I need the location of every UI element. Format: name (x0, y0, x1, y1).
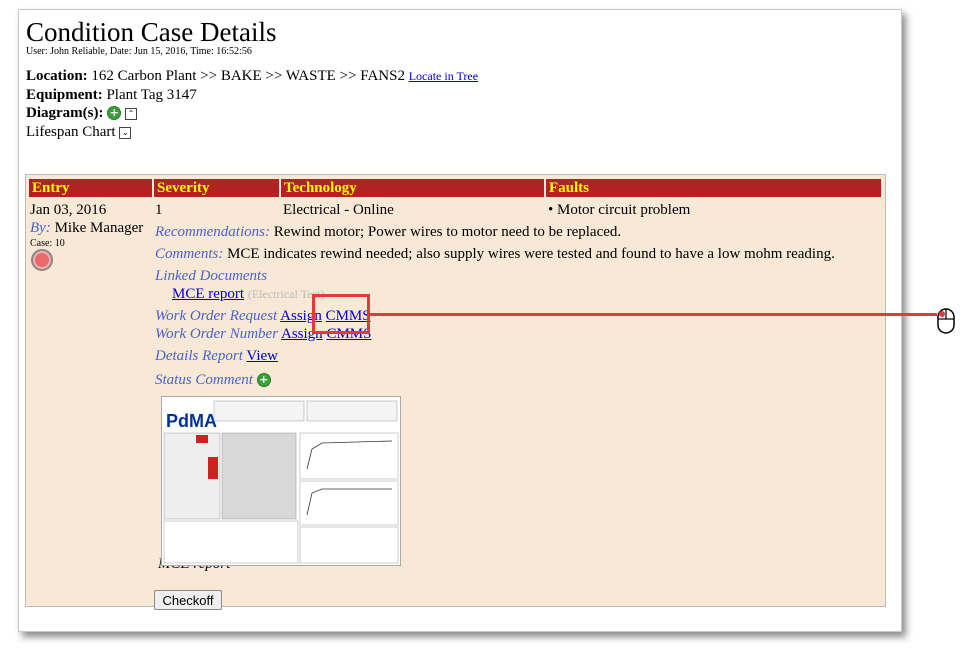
wo-request-label: Work Order Request (155, 308, 278, 324)
equipment-label: Equipment: (26, 86, 103, 103)
equipment-value: Plant Tag 3147 (106, 86, 197, 103)
report-preview-image: PdMA (162, 397, 400, 565)
header-technology: Technology (281, 179, 544, 197)
header-entry: Entry (29, 179, 152, 197)
comments-text: MCE indicates rewind needed; also supply… (227, 246, 835, 262)
recommendations-row: Recommendations: Rewind motor; Power wir… (155, 223, 621, 241)
status-comment-row: Status Comment + (155, 371, 271, 389)
comments-label: Comments: (155, 246, 224, 262)
recommendations-label: Recommendations: (155, 224, 270, 240)
cmms-highlight-box (312, 294, 370, 334)
technology-value: Electrical - Online (283, 202, 394, 218)
header-faults: Faults (546, 179, 881, 197)
equipment-row: Equipment: Plant Tag 3147 (26, 86, 478, 105)
expand-down-icon[interactable]: ⌄ (119, 126, 132, 139)
entry-date: Jan 03, 2016 (30, 202, 107, 218)
fault-value: • Motor circuit problem (548, 202, 691, 218)
collapse-up-icon[interactable]: ⌃ (124, 108, 137, 120)
linked-docs-label: Linked Documents (155, 268, 268, 284)
wo-number-label: Work Order Number (155, 326, 279, 342)
by-name: Mike Manager (54, 220, 144, 236)
status-comment-label: Status Comment (155, 372, 253, 388)
diagrams-label: Diagram(s): (26, 105, 104, 121)
location-label: Location: (26, 68, 88, 84)
page-container: Condition Case Details User: John Reliab… (18, 9, 902, 632)
diagrams-row: Diagram(s): + ⌃ (26, 104, 478, 123)
location-row: Location: 162 Carbon Plant >> BAKE >> WA… (26, 67, 478, 86)
info-block: Location: 162 Carbon Plant >> BAKE >> WA… (26, 67, 478, 141)
case-table: Entry Severity Technology Faults Jan 03,… (25, 174, 886, 607)
lifespan-row: Lifespan Chart ⌄ (26, 123, 478, 142)
details-report-row: Details Report View (155, 347, 278, 365)
locate-in-tree-link[interactable]: Locate in Tree (409, 69, 478, 83)
case-status-icon[interactable] (31, 249, 53, 271)
callout-line (370, 313, 937, 316)
page-title: Condition Case Details (26, 17, 277, 47)
linked-doc-row: MCE report (Electrical Test) (172, 285, 324, 303)
details-report-label: Details Report (155, 348, 243, 364)
by-label: By: (30, 220, 51, 236)
details-view-link[interactable]: View (246, 348, 278, 364)
location-value: 162 Carbon Plant >> BAKE >> WASTE >> FAN… (91, 68, 405, 84)
severity-value: 1 (155, 202, 163, 218)
add-diagram-icon[interactable]: + (107, 106, 122, 120)
checkoff-button[interactable]: Checkoff (154, 590, 222, 610)
user-line: User: John Reliable, Date: Jun 15, 2016,… (26, 46, 252, 57)
mouse-click-icon (937, 308, 955, 334)
recommendations-text: Rewind motor; Power wires to motor need … (273, 224, 622, 240)
add-status-comment-icon[interactable]: + (256, 373, 271, 387)
comments-row: Comments: MCE indicates rewind needed; a… (155, 245, 835, 263)
lifespan-label: Lifespan Chart (26, 123, 116, 140)
mce-report-thumbnail[interactable]: PdMA (161, 396, 401, 566)
pdma-logo: PdMA (166, 411, 217, 431)
mce-report-link[interactable]: MCE report (172, 286, 244, 302)
header-severity: Severity (154, 179, 279, 197)
